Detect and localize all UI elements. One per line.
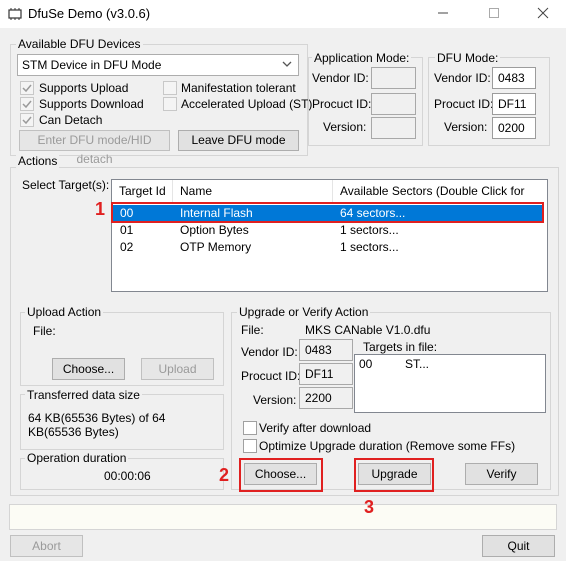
upgrade-legend: Upgrade or Verify Action: [237, 305, 371, 319]
dfu-mode-legend: DFU Mode:: [435, 51, 501, 65]
dfu-version-label: Version:: [444, 120, 488, 134]
upgrade-product-label: Procuct ID:: [241, 369, 301, 383]
select-target-label: Select Target(s):: [22, 178, 110, 192]
annotation-number-3: 3: [364, 497, 375, 517]
column-header-sectors[interactable]: Available Sectors (Double Click for more…: [333, 180, 547, 220]
target-list[interactable]: Target Id Name Available Sectors (Double…: [111, 179, 548, 292]
column-header-target-id[interactable]: Target Id: [112, 180, 173, 202]
annotation-number-1: 1: [95, 199, 106, 219]
dfu-product-label: Procuct ID:: [434, 97, 494, 111]
target-name-cell: OTP Memory: [180, 240, 252, 254]
leave-dfu-button[interactable]: Leave DFU mode: [178, 130, 299, 151]
target-sectors-cell: 1 sectors...: [340, 223, 399, 237]
upload-button[interactable]: Upload: [141, 358, 214, 380]
minimize-icon[interactable]: [420, 0, 466, 28]
status-bar: [9, 504, 557, 530]
targets-in-file-label: Targets in file:: [363, 340, 438, 354]
target-id-cell: 01: [120, 223, 134, 237]
upgrade-version-label: Version:: [253, 393, 297, 407]
app-icon: [8, 8, 22, 20]
highlight-choose-button: [239, 458, 323, 492]
upgrade-file-value: MKS CANable V1.0.dfu: [305, 323, 431, 337]
dfu-product-field: DF11: [492, 93, 536, 115]
app-version-label: Version:: [323, 120, 367, 134]
targets-in-file-list[interactable]: 00 ST...: [354, 354, 546, 413]
can-detach-label: Can Detach: [39, 113, 103, 127]
app-version-field: [371, 117, 416, 139]
upgrade-product-field: DF11: [299, 363, 353, 385]
annotation-number-2: 2: [219, 465, 230, 485]
upgrade-vendor-label: Vendor ID:: [241, 345, 298, 359]
app-product-label: Procuct ID:: [312, 97, 372, 111]
app-mode-legend: Application Mode:: [312, 51, 412, 65]
column-header-name[interactable]: Name: [173, 180, 333, 202]
target-sectors-cell: 1 sectors...: [340, 240, 399, 254]
dfu-devices-legend: Available DFU Devices: [16, 37, 143, 51]
optimize-upgrade-checkbox[interactable]: [243, 439, 257, 453]
dfu-vendor-label: Vendor ID:: [434, 71, 491, 85]
verify-after-download-checkbox[interactable]: [243, 421, 257, 435]
device-select[interactable]: STM Device in DFU Mode: [17, 54, 299, 76]
manifestation-tolerant-label: Manifestation tolerant: [181, 81, 296, 95]
check-icon: [22, 116, 32, 125]
upload-choose-button[interactable]: Choose...: [52, 358, 125, 380]
upload-file-label: File:: [33, 324, 56, 338]
upgrade-version-field: 2200: [299, 387, 353, 409]
quit-button[interactable]: Quit: [482, 535, 555, 557]
app-vendor-field: [371, 67, 416, 89]
verify-button[interactable]: Verify: [465, 463, 538, 485]
close-icon[interactable]: [520, 0, 566, 28]
supports-download-label: Supports Download: [39, 97, 144, 111]
accelerated-upload-checkbox[interactable]: [163, 97, 177, 111]
target-id-cell: 02: [120, 240, 134, 254]
highlight-upgrade-button: [354, 458, 434, 492]
dfu-vendor-field: 0483: [492, 67, 536, 89]
verify-after-download-label: Verify after download: [259, 421, 372, 435]
manifestation-tolerant-checkbox[interactable]: [163, 81, 177, 95]
file-target-id: 00: [359, 357, 373, 371]
table-row[interactable]: 02 OTP Memory 1 sectors...: [113, 239, 544, 256]
app-product-field: [371, 93, 416, 115]
transferred-legend: Transferred data size: [25, 388, 142, 402]
abort-button[interactable]: Abort: [10, 535, 83, 557]
chevron-down-icon: [282, 61, 292, 67]
window-title: DfuSe Demo (v3.0.6): [28, 6, 151, 21]
dfu-version-field: 0200: [492, 117, 536, 139]
upload-action-legend: Upload Action: [25, 305, 104, 319]
target-name-cell: Option Bytes: [180, 223, 249, 237]
upgrade-vendor-field: 0483: [299, 339, 353, 361]
app-vendor-label: Vendor ID:: [312, 71, 369, 85]
transferred-value: 64 KB(65536 Bytes) of 64 KB(65536 Bytes): [28, 411, 166, 439]
file-target-name: ST...: [405, 357, 430, 371]
dfuse-window: DfuSe Demo (v3.0.6) Available DFU Device…: [0, 0, 566, 561]
can-detach-checkbox[interactable]: [20, 113, 34, 127]
supports-download-checkbox[interactable]: [20, 97, 34, 111]
title-bar: DfuSe Demo (v3.0.6): [0, 0, 566, 28]
enter-dfu-button[interactable]: Enter DFU mode/HID detach: [19, 130, 170, 166]
check-icon: [22, 100, 32, 109]
table-row[interactable]: 01 Option Bytes 1 sectors...: [113, 222, 544, 239]
device-select-value: STM Device in DFU Mode: [22, 58, 162, 72]
accelerated-upload-label: Accelerated Upload (ST): [181, 97, 313, 111]
duration-value: 00:00:06: [104, 469, 151, 483]
supports-upload-label: Supports Upload: [39, 81, 129, 95]
duration-legend: Operation duration: [25, 451, 129, 465]
check-icon: [22, 84, 32, 93]
optimize-upgrade-label: Optimize Upgrade duration (Remove some F…: [259, 439, 516, 453]
supports-upload-checkbox[interactable]: [20, 81, 34, 95]
highlight-internal-flash: [111, 202, 544, 223]
actions-legend: Actions: [16, 154, 60, 168]
upgrade-file-label: File:: [241, 323, 264, 337]
maximize-icon[interactable]: [471, 0, 517, 28]
